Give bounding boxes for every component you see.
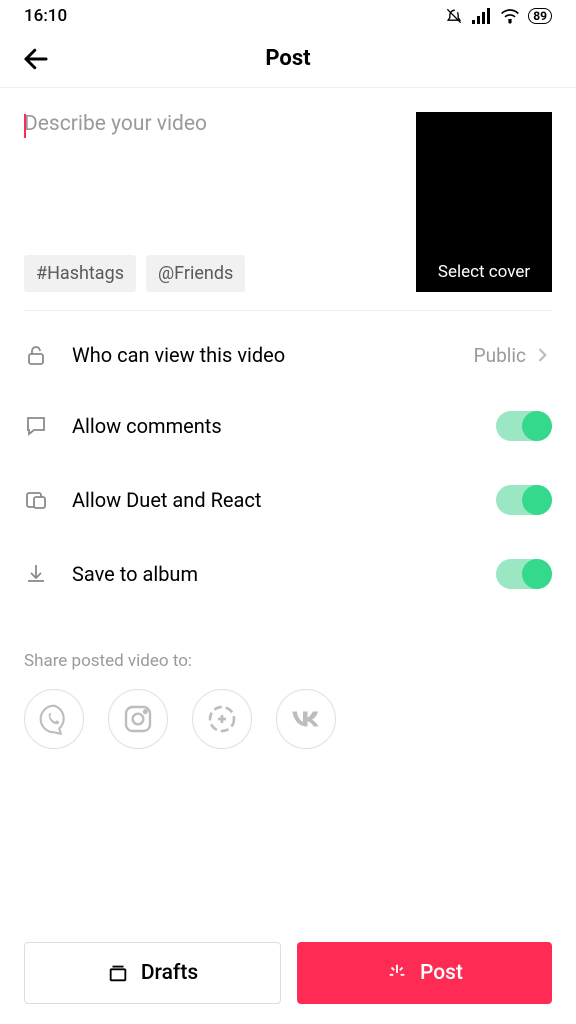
arrow-left-icon bbox=[21, 44, 51, 74]
bottom-bar: Drafts Post bbox=[0, 942, 576, 1004]
post-icon bbox=[386, 962, 408, 984]
whatsapp-icon bbox=[38, 703, 70, 735]
signal-icon bbox=[472, 8, 492, 24]
privacy-label: Who can view this video bbox=[72, 343, 474, 367]
share-status[interactable] bbox=[192, 689, 252, 749]
wifi-icon bbox=[500, 8, 520, 24]
allow-duet-row: Allow Duet and React bbox=[0, 463, 576, 537]
back-button[interactable] bbox=[18, 41, 54, 77]
text-cursor bbox=[24, 114, 26, 138]
chevron-right-icon bbox=[532, 345, 552, 365]
header: Post bbox=[0, 30, 576, 88]
description-input[interactable]: Describe your video bbox=[24, 112, 398, 136]
allow-comments-row: Allow comments bbox=[0, 389, 576, 463]
download-icon bbox=[24, 562, 48, 586]
save-album-row: Save to album bbox=[0, 537, 576, 611]
vk-icon bbox=[288, 701, 324, 737]
share-instagram[interactable] bbox=[108, 689, 168, 749]
description-placeholder: Describe your video bbox=[24, 112, 207, 136]
instagram-icon bbox=[122, 703, 154, 735]
hashtags-chip[interactable]: #Hashtags bbox=[24, 255, 136, 292]
status-bar: 16:10 89 bbox=[0, 0, 576, 30]
status-time: 16:10 bbox=[24, 6, 67, 26]
allow-duet-toggle[interactable] bbox=[496, 485, 552, 515]
privacy-value: Public bbox=[474, 344, 526, 367]
friends-chip[interactable]: @Friends bbox=[146, 255, 245, 292]
allow-comments-label: Allow comments bbox=[72, 414, 496, 438]
select-cover-label: Select cover bbox=[438, 262, 530, 282]
share-section: Share posted video to: bbox=[0, 651, 576, 749]
allow-duet-label: Allow Duet and React bbox=[72, 488, 496, 512]
allow-comments-toggle[interactable] bbox=[496, 411, 552, 441]
compose-area: Describe your video #Hashtags @Friends S… bbox=[0, 88, 576, 310]
save-album-toggle[interactable] bbox=[496, 559, 552, 589]
divider bbox=[24, 310, 552, 311]
post-button[interactable]: Post bbox=[297, 942, 552, 1004]
status-indicators: 89 bbox=[444, 6, 552, 26]
mute-icon bbox=[444, 6, 464, 26]
save-album-label: Save to album bbox=[72, 562, 496, 586]
page-title: Post bbox=[265, 46, 310, 71]
status-circle-icon bbox=[206, 703, 238, 735]
lock-open-icon bbox=[24, 343, 48, 367]
duet-icon bbox=[24, 488, 48, 512]
share-vk[interactable] bbox=[276, 689, 336, 749]
privacy-row[interactable]: Who can view this video Public bbox=[0, 321, 576, 389]
share-whatsapp[interactable] bbox=[24, 689, 84, 749]
drafts-label: Drafts bbox=[141, 961, 198, 985]
battery-indicator: 89 bbox=[528, 8, 552, 24]
drafts-button[interactable]: Drafts bbox=[24, 942, 281, 1004]
share-label: Share posted video to: bbox=[24, 651, 552, 671]
comment-icon bbox=[24, 414, 48, 438]
drafts-icon bbox=[107, 962, 129, 984]
post-label: Post bbox=[420, 961, 463, 985]
select-cover-button[interactable]: Select cover bbox=[416, 112, 552, 292]
